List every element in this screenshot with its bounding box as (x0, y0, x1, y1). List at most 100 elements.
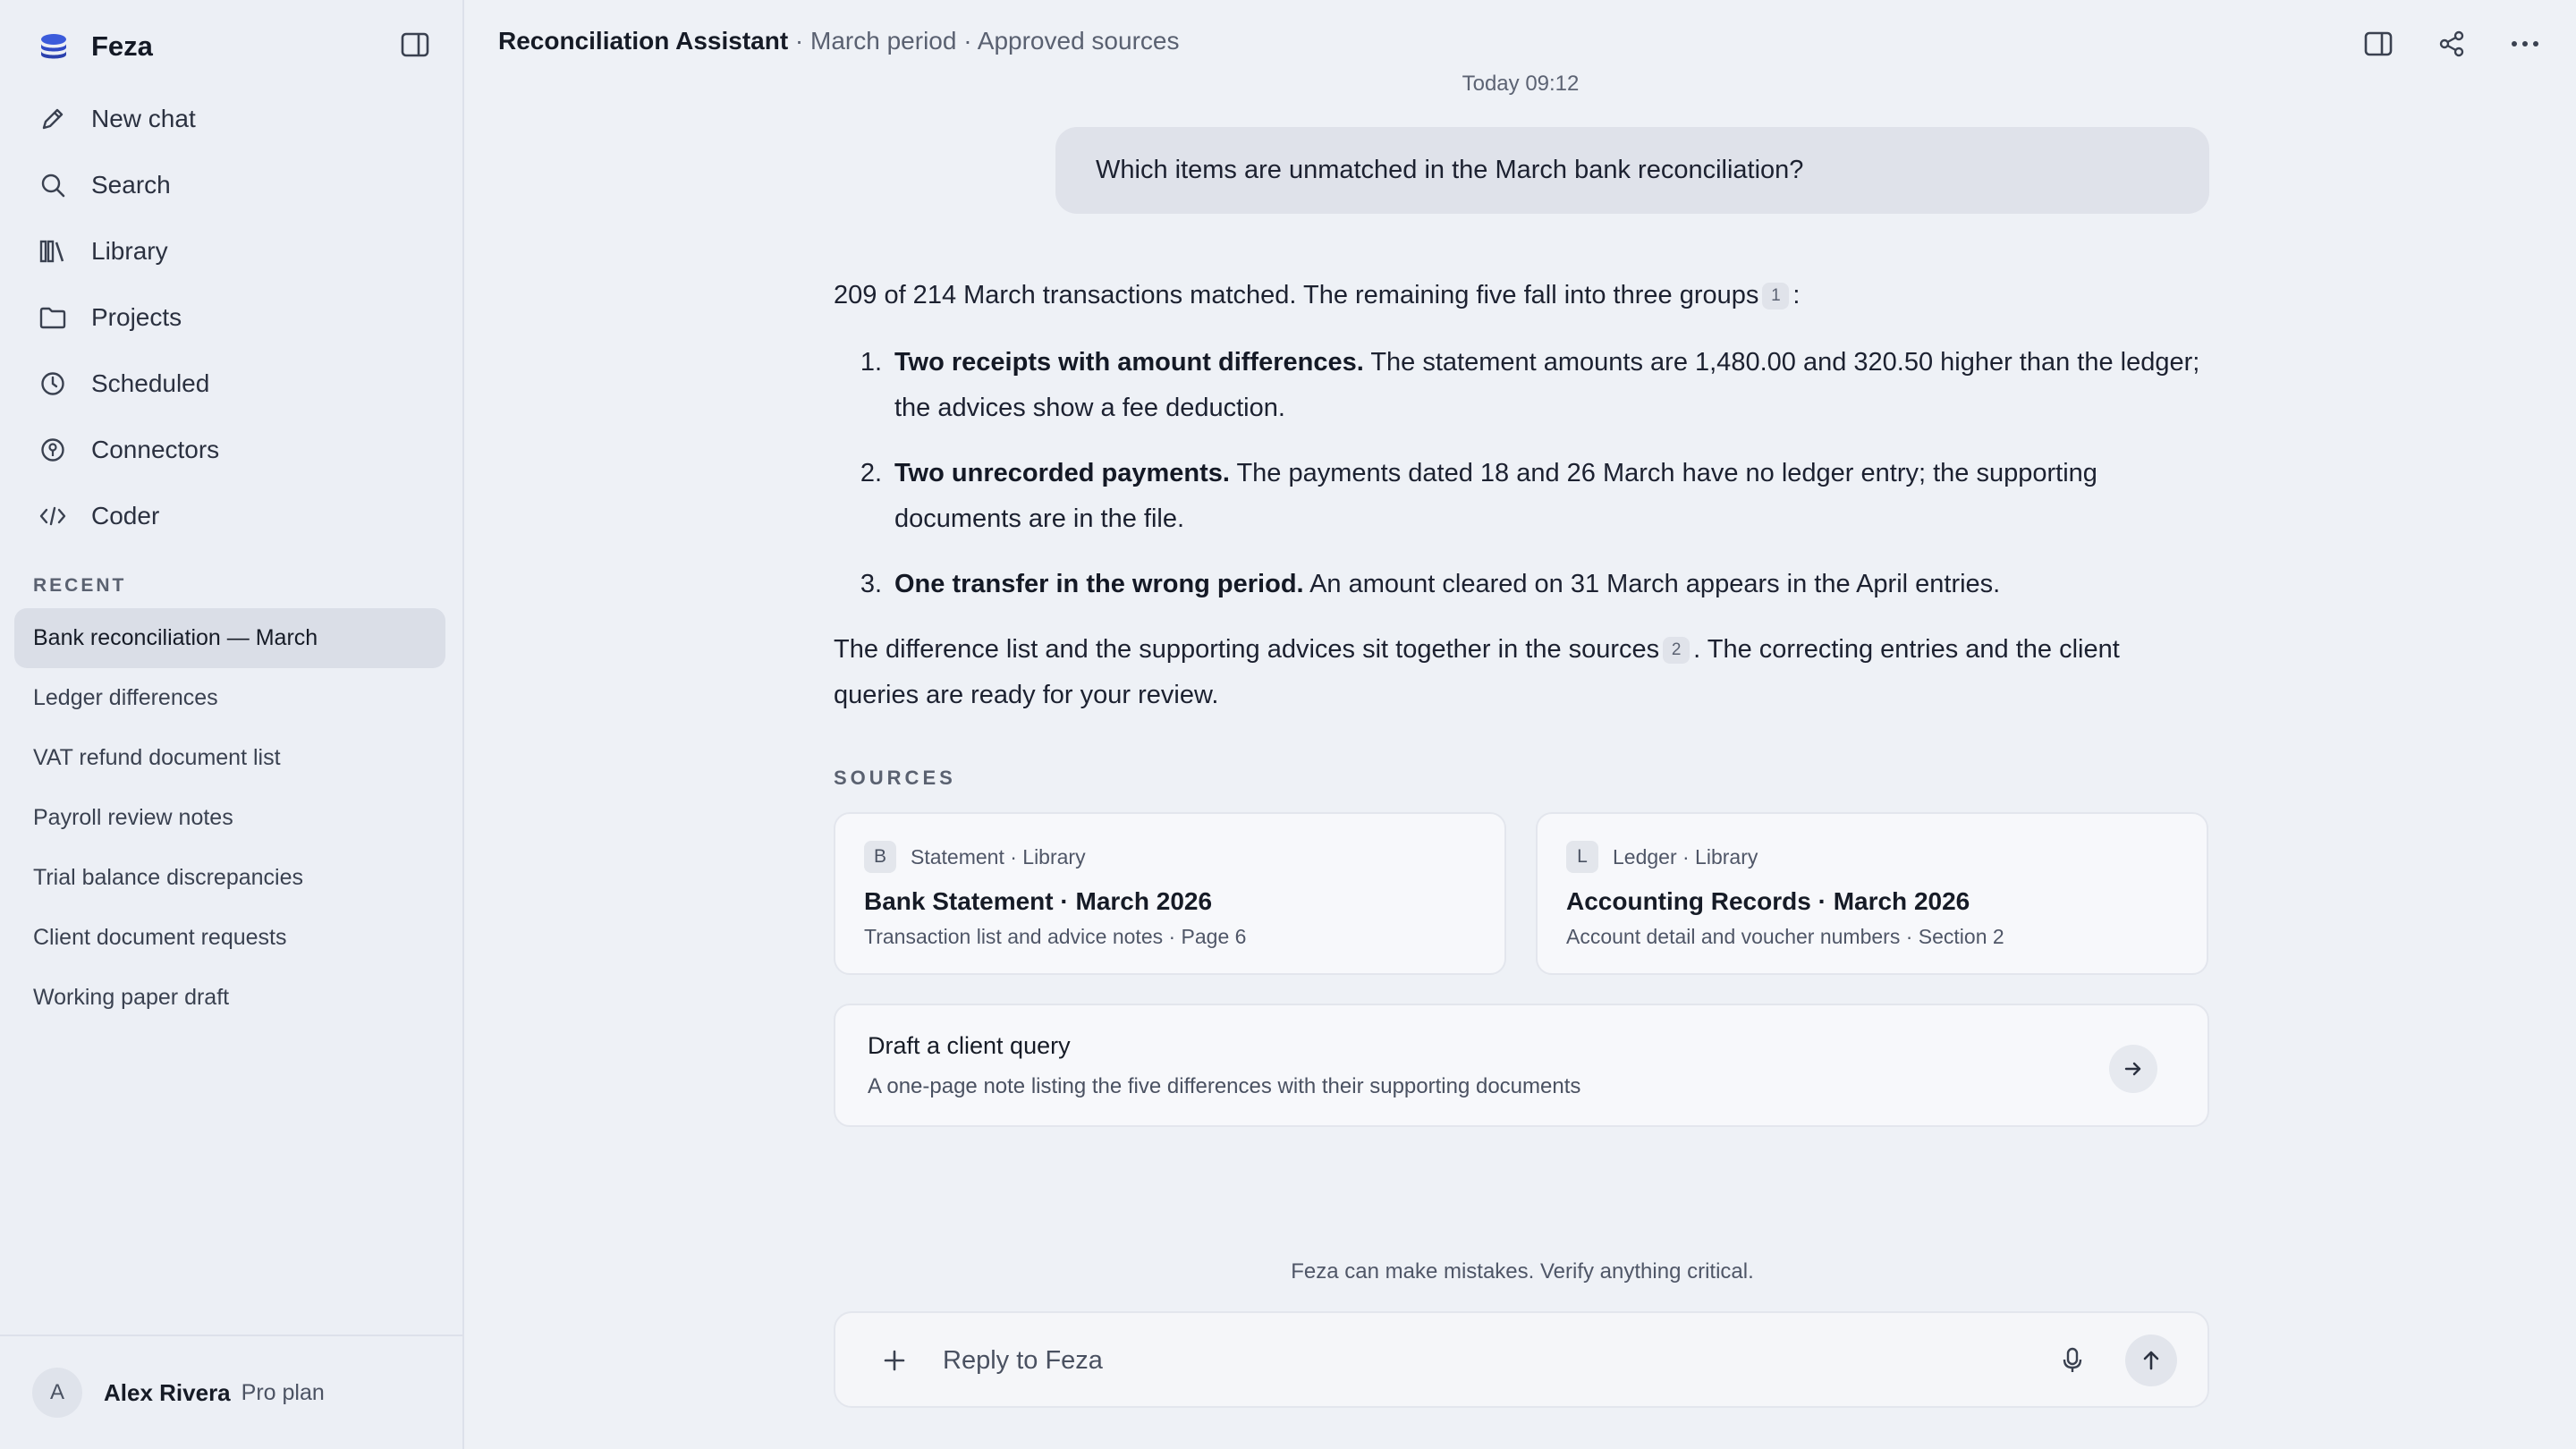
recent-chat-item[interactable]: Payroll review notes (14, 788, 445, 848)
voice-input-button[interactable] (2054, 1342, 2091, 1379)
list-item: 1. Two receipts with amount differences.… (834, 340, 2211, 431)
list-item-heading: Two receipts with amount differences. (894, 348, 1364, 377)
answer-outro-text: The difference list and the supporting a… (834, 635, 1660, 664)
message-timestamp: Today 09:12 (1462, 72, 1580, 96)
recent-chat-item[interactable]: Client document requests (14, 908, 445, 968)
ellipsis-icon (2512, 41, 2538, 47)
answer-outro: The difference list and the supporting a… (834, 627, 2211, 718)
recent-chat-item[interactable]: Trial balance discrepancies (14, 848, 445, 908)
composer (834, 1311, 2209, 1408)
sidebar: Feza New chat Search Library Projects Sc… (0, 0, 464, 1449)
app-window: Feza New chat Search Library Projects Sc… (0, 0, 2576, 1449)
source-badge: L (1566, 841, 1598, 873)
pencil-icon (38, 104, 68, 134)
source-card[interactable]: L Ledger · Library Accounting Records · … (1536, 812, 2208, 975)
user-name: Alex Rivera (104, 1378, 231, 1406)
source-title: Bank Statement · March 2026 (864, 887, 1213, 915)
nav-connectors[interactable]: Connectors (14, 417, 447, 483)
answer-intro-end: : (1792, 281, 1801, 309)
answer-intro: 209 of 214 March transactions matched. T… (834, 273, 2211, 318)
list-item: 3. One transfer in the wrong period. An … (834, 562, 2211, 607)
list-item-body: Two receipts with amount differences. Th… (894, 340, 2211, 431)
recent-chat-item[interactable]: VAT refund document list (14, 728, 445, 788)
nav-label: Search (91, 171, 171, 199)
folder-icon (38, 302, 68, 333)
source-card[interactable]: B Statement · Library Bank Statement · M… (834, 812, 1506, 975)
conversation-subtitle: · March period · Approved sources (788, 27, 1180, 55)
nav-label: Projects (91, 303, 182, 331)
code-icon (38, 501, 68, 531)
clock-icon (38, 369, 68, 399)
arrow-right-icon (2124, 1062, 2141, 1076)
toggle-panel-button[interactable] (2360, 25, 2397, 63)
nav-library[interactable]: Library (14, 218, 447, 284)
send-button[interactable] (2125, 1335, 2177, 1386)
draft-description: A one-page note listing the five differe… (868, 1074, 1581, 1098)
share-button[interactable] (2433, 25, 2470, 63)
user-message-text: Which items are unmatched in the March b… (1096, 156, 1804, 184)
more-options-button[interactable] (2506, 25, 2544, 63)
plus-icon (884, 1350, 905, 1371)
nav-scheduled[interactable]: Scheduled (14, 351, 447, 417)
list-item-number: 1. (860, 348, 882, 377)
attach-button[interactable] (877, 1343, 912, 1378)
nav-new-chat[interactable]: New chat (14, 86, 447, 152)
recent-chat-item[interactable]: Working paper draft (14, 968, 445, 1028)
nav-label: New chat (91, 105, 196, 132)
answer-list: 1. Two receipts with amount differences.… (834, 340, 2211, 607)
nav-search[interactable]: Search (14, 152, 447, 218)
disclaimer: Feza can make mistakes. Verify anything … (1291, 1259, 1754, 1284)
brand-name: Feza (91, 30, 153, 62)
source-badge: B (864, 841, 896, 873)
list-item-text: An amount cleared on 31 March appears in… (1303, 570, 2001, 598)
recent-section-label: RECENT (33, 575, 127, 596)
recent-chat-item[interactable]: Bank reconciliation — March (14, 608, 445, 668)
microphone-icon (2063, 1347, 2082, 1372)
draft-title: Draft a client query (868, 1032, 1071, 1059)
list-item: 2. Two unrecorded payments. The payments… (834, 451, 2211, 542)
nav-label: Coder (91, 502, 160, 530)
feza-logo-icon (36, 29, 72, 64)
sources-heading: SOURCES (834, 767, 956, 789)
sidebar-nav: New chat Search Library Projects Schedul… (14, 86, 447, 549)
source-meta: L Ledger · Library (1566, 841, 2178, 873)
nav-label: Scheduled (91, 369, 210, 397)
recent-chat-item[interactable]: Ledger differences (14, 668, 445, 728)
list-item-number: 2. (860, 459, 882, 487)
list-item-heading: One transfer in the wrong period. (894, 570, 1304, 598)
draft-client-query-card[interactable]: Draft a client query A one-page note lis… (834, 1004, 2209, 1127)
brand[interactable]: Feza (36, 27, 153, 66)
list-item-number: 3. (860, 570, 882, 598)
nav-coder[interactable]: Coder (14, 483, 447, 549)
source-description: Transaction list and advice notes · Page… (864, 925, 1247, 948)
reply-input[interactable] (943, 1340, 2016, 1381)
citation-chip[interactable]: 2 (1663, 637, 1690, 664)
draft-open-button[interactable] (2109, 1045, 2157, 1093)
assistant-answer: 209 of 214 March transactions matched. T… (834, 273, 2211, 743)
citation-chip[interactable]: 1 (1762, 283, 1790, 309)
assistant-name: Reconciliation Assistant (498, 27, 789, 55)
source-type: Ledger · Library (1613, 844, 1758, 869)
source-meta: B Statement · Library (864, 841, 1476, 873)
nav-label: Connectors (91, 436, 220, 463)
user-plan: Pro plan (241, 1379, 325, 1405)
collapse-sidebar-button[interactable] (397, 29, 433, 61)
user-account[interactable]: A Alex Rivera Pro plan (0, 1335, 462, 1449)
list-item-heading: Two unrecorded payments. (894, 459, 1230, 487)
sidebar-toggle-icon (401, 32, 429, 57)
list-item-body: Two unrecorded payments. The payments da… (894, 451, 2211, 542)
nav-label: Library (91, 237, 168, 265)
user-message-bubble: Which items are unmatched in the March b… (1055, 127, 2209, 214)
search-icon (38, 170, 68, 200)
avatar: A (32, 1368, 82, 1418)
nav-projects[interactable]: Projects (14, 284, 447, 351)
list-item-body: One transfer in the wrong period. An amo… (894, 562, 2211, 607)
top-actions (2360, 25, 2544, 63)
share-icon (2439, 30, 2464, 57)
arrow-up-icon (2143, 1351, 2159, 1370)
answer-intro-text: 209 of 214 March transactions matched. T… (834, 281, 1759, 309)
source-type: Statement · Library (911, 844, 1086, 869)
source-description: Account detail and voucher numbers · Sec… (1566, 925, 2004, 948)
conversation-title[interactable]: Reconciliation Assistant · March period … (498, 27, 1179, 55)
source-title: Accounting Records · March 2026 (1566, 887, 1970, 915)
